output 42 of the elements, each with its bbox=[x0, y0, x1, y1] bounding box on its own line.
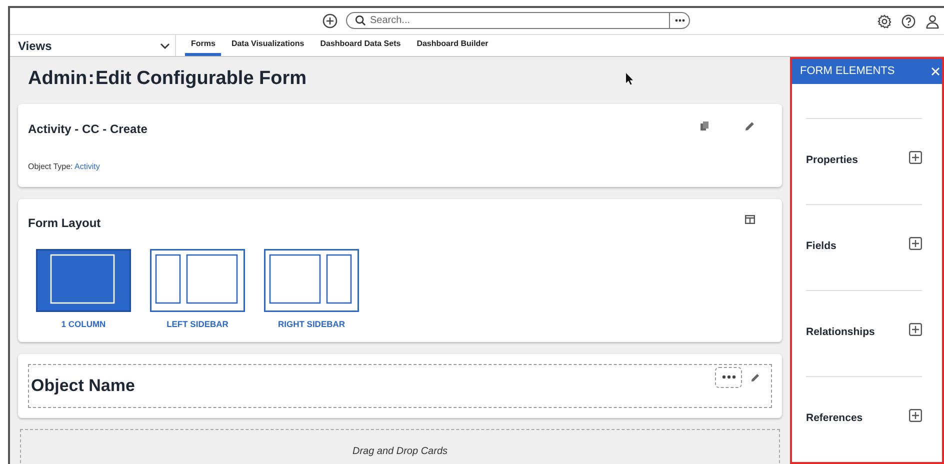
layout-option[interactable] bbox=[150, 248, 245, 312]
add-section-icon[interactable] bbox=[909, 409, 922, 422]
page-title: Admin:Edit Configurable Form bbox=[28, 67, 307, 91]
section-label: Properties bbox=[806, 152, 858, 168]
columns-icon[interactable] bbox=[745, 214, 755, 224]
add-section-icon[interactable] bbox=[909, 151, 922, 164]
layout-label[interactable]: 1 COLUMN bbox=[61, 318, 106, 330]
layout-label[interactable]: RIGHT SIDEBAR bbox=[278, 318, 346, 330]
layout-option[interactable] bbox=[264, 248, 359, 312]
settings-icon[interactable] bbox=[877, 14, 892, 29]
nav-tab[interactable]: Data Visualizations bbox=[225, 35, 310, 56]
views-dropdown[interactable]: Views bbox=[10, 35, 176, 56]
copy-icon[interactable] bbox=[700, 120, 709, 130]
edit-icon[interactable] bbox=[745, 120, 755, 130]
layout-label[interactable]: LEFT SIDEBAR bbox=[166, 318, 228, 330]
drop-zone-text: Drag and Drop Cards bbox=[352, 444, 448, 458]
chevron-icon bbox=[160, 42, 170, 48]
more-button[interactable] bbox=[715, 366, 742, 388]
more-icon bbox=[722, 375, 736, 379]
object-name-title: Object Name bbox=[31, 374, 135, 397]
nav-tab[interactable]: Dashboard Builder bbox=[410, 35, 494, 56]
search-input[interactable]: Search... bbox=[370, 13, 669, 28]
panel-title: FORM ELEMENTS bbox=[800, 64, 895, 80]
nav-tab[interactable]: Dashboard Data Sets bbox=[314, 35, 407, 56]
search-field[interactable]: Search... bbox=[346, 12, 690, 29]
section-label: Relationships bbox=[806, 324, 875, 340]
add-section-icon[interactable] bbox=[909, 237, 922, 250]
help-icon[interactable] bbox=[901, 14, 916, 29]
edit-icon[interactable] bbox=[751, 372, 760, 382]
add-section-icon[interactable] bbox=[909, 323, 922, 336]
cursor-icon bbox=[626, 73, 634, 85]
search-icon bbox=[355, 15, 366, 26]
section-label: References bbox=[806, 410, 863, 426]
object-type-text: Object Type: Activity bbox=[28, 160, 100, 172]
section-label: Fields bbox=[806, 238, 836, 254]
card-title: Form Layout bbox=[28, 214, 101, 232]
close-icon[interactable] bbox=[931, 67, 940, 76]
user-icon[interactable] bbox=[925, 14, 940, 29]
layout-option[interactable] bbox=[36, 248, 131, 312]
more-icon bbox=[674, 19, 684, 22]
card-title: Activity - CC - Create bbox=[28, 120, 148, 138]
add-icon[interactable] bbox=[322, 12, 338, 28]
